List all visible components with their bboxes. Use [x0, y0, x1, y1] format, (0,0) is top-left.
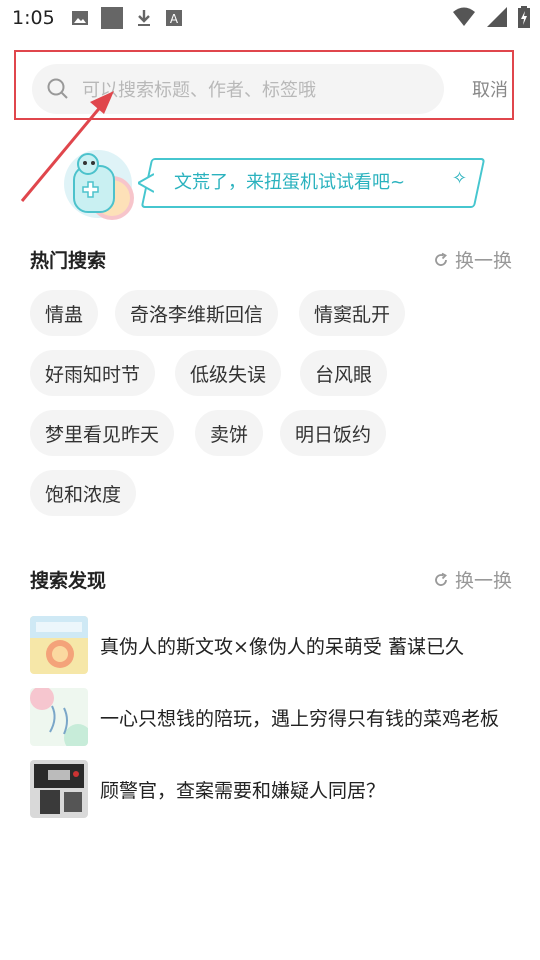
discover-item-title: 顾警官，查案需要和嫌疑人同居？ — [100, 779, 386, 802]
status-time: 1:05 — [12, 7, 55, 29]
refresh-label: 换一换 — [454, 250, 512, 272]
status-system-icons — [452, 6, 530, 28]
svg-text:A: A — [170, 12, 179, 26]
hot-tag[interactable]: 情蛊 — [30, 290, 99, 336]
status-notification-icons: A — [71, 7, 183, 29]
discover-title: 搜索发现 — [30, 570, 107, 592]
book-cover-image — [30, 688, 88, 746]
search-placeholder: 可以搜索标题、作者、标签哦 — [82, 80, 316, 101]
hot-tag[interactable]: 奇洛李维斯回信 — [115, 290, 279, 336]
image-icon — [71, 11, 88, 25]
battery-icon — [518, 6, 530, 28]
book-cover-image — [30, 760, 88, 818]
search-bar-highlight: 可以搜索标题、作者、标签哦 取消 — [14, 50, 514, 120]
banner-text: 文荒了，来扭蛋机试试看吧~ — [174, 172, 406, 193]
refresh-label: 换一换 — [454, 570, 512, 592]
hot-tag[interactable]: 台风眼 — [300, 350, 388, 396]
hot-search-title: 热门搜索 — [30, 250, 107, 272]
discover-item-title: 真伪人的斯文攻×像伪人的呆萌受 蓄谋已久 — [100, 635, 464, 658]
discover-list-item[interactable]: 顾警官，查案需要和嫌疑人同居？ — [30, 760, 520, 818]
search-input[interactable]: 可以搜索标题、作者、标签哦 — [32, 64, 444, 114]
download-icon — [137, 10, 150, 26]
bubble-tail — [138, 173, 154, 193]
hot-tag[interactable]: 梦里看见昨天 — [30, 410, 175, 456]
status-bar: 1:05 A — [0, 0, 540, 36]
hot-tag[interactable]: 情窦乱开 — [299, 290, 406, 336]
hot-tag[interactable]: 明日饭约 — [280, 410, 387, 456]
cancel-button[interactable]: 取消 — [472, 76, 508, 102]
discover-refresh-button[interactable]: 换一换 — [433, 566, 512, 593]
hot-tag[interactable]: 好雨知时节 — [30, 350, 156, 396]
refresh-icon — [435, 252, 447, 266]
text-badge-icon: A — [165, 10, 182, 26]
hot-search-refresh-button[interactable]: 换一换 — [433, 246, 512, 273]
refresh-icon — [435, 572, 447, 586]
square-icon — [100, 7, 123, 29]
hot-tag[interactable]: 低级失误 — [175, 350, 282, 396]
book-cover-image — [30, 616, 88, 674]
hot-tag[interactable]: 卖饼 — [195, 410, 264, 456]
signal-icon — [487, 7, 507, 27]
hot-tag[interactable]: 饱和浓度 — [30, 470, 137, 516]
gashapon-banner[interactable]: 文荒了，来扭蛋机试试看吧~ ✧ — [54, 138, 494, 228]
wifi-icon — [453, 7, 475, 26]
discover-item-title: 一心只想钱的陪玩，遇上穷得只有钱的菜鸡老板 — [100, 707, 500, 730]
search-icon — [47, 78, 68, 99]
discover-list-item[interactable]: 真伪人的斯文攻×像伪人的呆萌受 蓄谋已久 — [30, 616, 520, 674]
sparkle-icon: ✧ — [452, 168, 468, 189]
discover-list-item[interactable]: 一心只想钱的陪玩，遇上穷得只有钱的菜鸡老板 — [30, 688, 520, 746]
gashapon-mascot-icon — [64, 150, 134, 220]
